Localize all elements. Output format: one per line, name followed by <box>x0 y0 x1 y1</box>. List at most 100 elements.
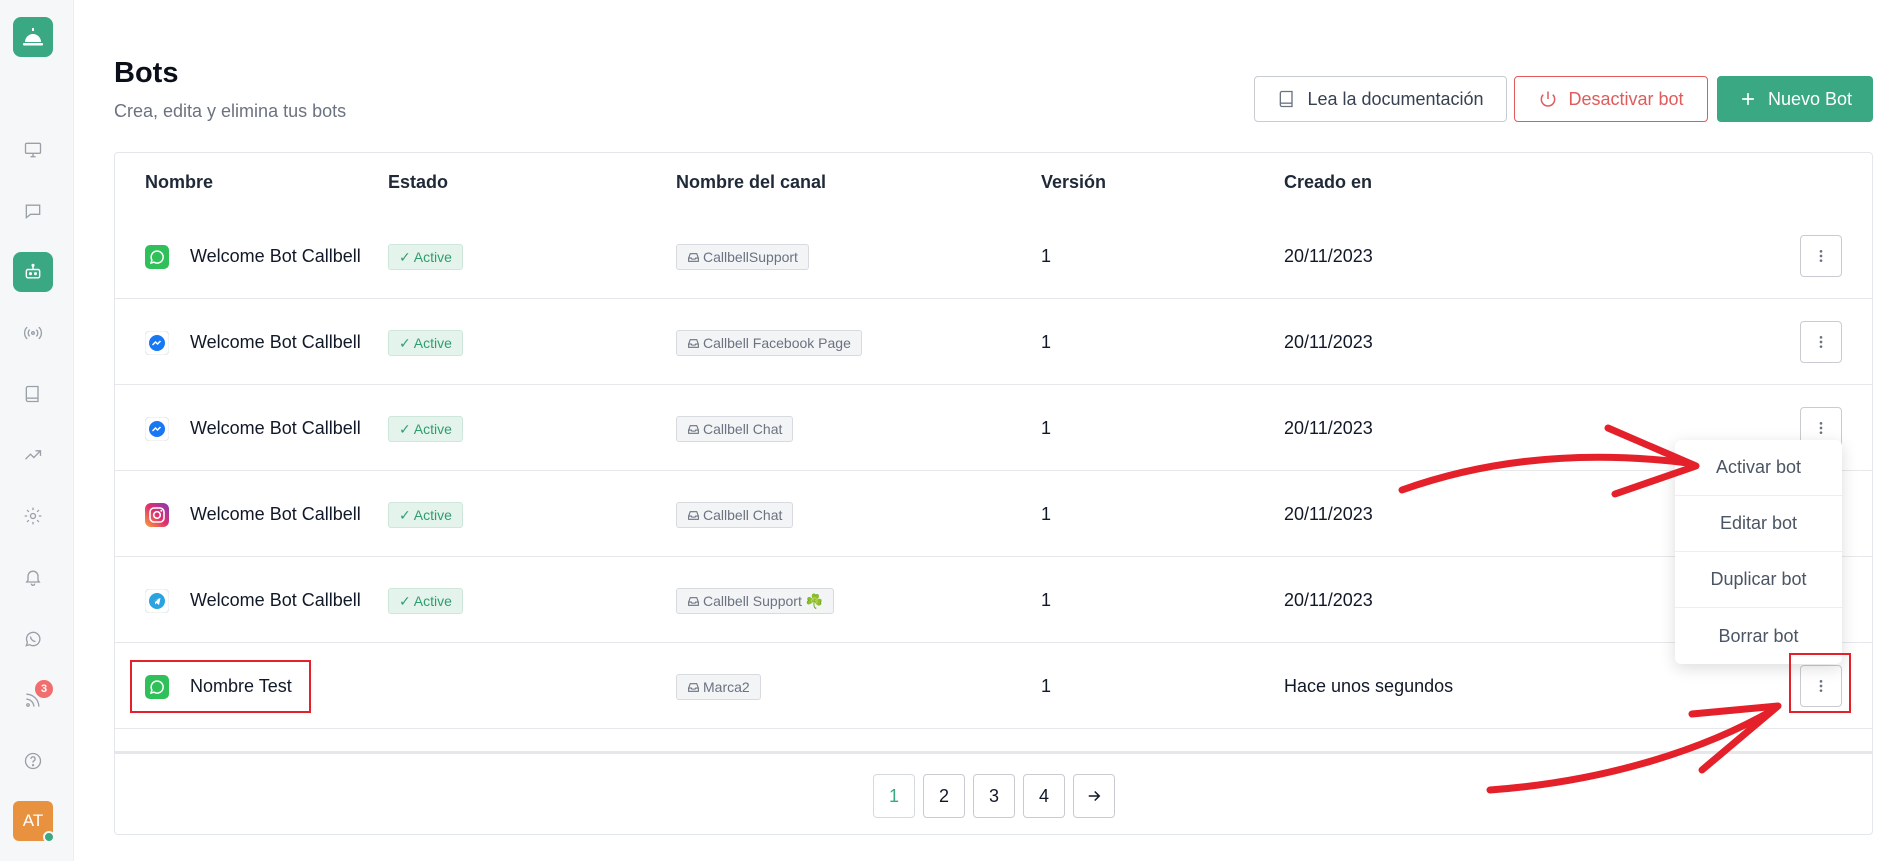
instagram-icon <box>145 503 169 527</box>
menu-item-activate-bot[interactable]: Activar bot <box>1675 440 1842 496</box>
status-label: Active <box>413 593 452 609</box>
book-icon <box>25 385 39 403</box>
read-docs-button[interactable]: Lea la documentación <box>1254 76 1507 122</box>
channel-badge: Callbell Facebook Page <box>676 330 862 356</box>
channel-name: Marca2 <box>703 679 750 695</box>
table-row[interactable]: Welcome Bot Callbell ✓ Active Callbell Su… <box>115 557 1872 643</box>
status-badge: ✓ Active <box>388 330 463 356</box>
broadcast-icon <box>23 326 43 340</box>
messenger-icon <box>145 331 169 355</box>
page-4-button[interactable]: 4 <box>1023 774 1065 818</box>
gear-icon <box>24 507 42 525</box>
deactivate-bot-label: Desactivar bot <box>1568 88 1684 109</box>
menu-item-duplicate-bot[interactable]: Duplicar bot <box>1675 552 1842 608</box>
channel-badge: Callbell Chat <box>676 416 794 442</box>
channel-badge: Marca2 <box>676 674 761 700</box>
inbox-icon <box>688 510 699 520</box>
horizontal-scrollbar[interactable] <box>115 751 1872 754</box>
table-row[interactable]: Welcome Bot Callbell ✓ Active CallbellSup… <box>115 213 1872 299</box>
page-1-button[interactable]: 1 <box>873 774 915 818</box>
table-row[interactable]: Welcome Bot Callbell ✓ Active Callbell Ch… <box>115 385 1872 471</box>
row-actions-button[interactable] <box>1800 235 1842 277</box>
channel-badge: Callbell Support ☘️ <box>676 588 835 614</box>
plus-icon <box>1742 93 1754 105</box>
deactivate-bot-button[interactable]: Desactivar bot <box>1514 76 1708 122</box>
status-label: Active <box>413 249 452 265</box>
status-badge: ✓ Active <box>388 416 463 442</box>
bot-name[interactable]: Welcome Bot Callbell <box>190 504 360 525</box>
bot-name[interactable]: Welcome Bot Callbell <box>190 590 360 611</box>
menu-item-edit-bot[interactable]: Editar bot <box>1675 496 1842 552</box>
table-row[interactable]: Nombre Test Marca2 1 Hace unos segundos <box>115 643 1872 729</box>
created-date: 20/11/2023 <box>1284 590 1373 610</box>
sidebar-item-feed[interactable]: 3 <box>13 680 53 720</box>
status-badge: ✓ Active <box>388 244 463 270</box>
page-subtitle: Crea, edita y elimina tus bots <box>114 101 347 121</box>
table-row[interactable]: Welcome Bot Callbell ✓ Active Callbell Fa… <box>115 299 1872 385</box>
column-header-status[interactable]: Estado <box>388 172 448 193</box>
channel-name: Callbell Facebook Page <box>703 335 851 351</box>
bot-version: 1 <box>1041 676 1052 696</box>
channel-name: Callbell Chat <box>703 421 783 437</box>
highlight-box-bot-name <box>130 660 311 713</box>
bot-name[interactable]: Welcome Bot Callbell <box>190 246 360 267</box>
notification-badge: 3 <box>35 680 53 698</box>
channel-name: Callbell Chat <box>703 507 783 523</box>
sidebar-item-bots[interactable] <box>13 252 53 292</box>
sidebar-item-dashboard[interactable] <box>13 130 53 170</box>
bot-name[interactable]: Welcome Bot Callbell <box>190 332 360 353</box>
next-page-button[interactable] <box>1073 774 1115 818</box>
avatar[interactable]: AT <box>13 801 55 843</box>
new-bot-button[interactable]: Nuevo Bot <box>1717 76 1873 122</box>
inbox-icon <box>688 682 699 692</box>
sidebar-item-help[interactable] <box>13 741 53 781</box>
sidebar-item-broadcast[interactable] <box>13 313 53 353</box>
column-header-name[interactable]: Nombre <box>145 172 213 193</box>
sidebar-item-notifications[interactable] <box>13 557 53 597</box>
created-date: Hace unos segundos <box>1284 676 1454 696</box>
column-header-channel[interactable]: Nombre del canal <box>676 172 826 193</box>
book-icon <box>1280 90 1294 108</box>
created-date: 20/11/2023 <box>1284 418 1373 438</box>
sidebar-item-docs[interactable] <box>13 374 53 414</box>
bot-icon <box>25 263 41 279</box>
bot-version: 1 <box>1041 590 1052 610</box>
highlight-box-actions <box>1789 653 1851 713</box>
help-circle-icon <box>24 752 42 770</box>
channel-name: CallbellSupport <box>703 249 798 265</box>
column-header-version[interactable]: Versión <box>1041 172 1106 193</box>
check-icon: ✓ <box>399 506 411 523</box>
status-label: Active <box>413 335 452 351</box>
page-3-button[interactable]: 3 <box>973 774 1015 818</box>
sidebar-item-whatsapp[interactable] <box>13 619 53 659</box>
sidebar-item-reports[interactable] <box>13 435 53 475</box>
sidebar-item-settings[interactable] <box>13 496 53 536</box>
bot-actions-menu: Activar bot Editar bot Duplicar bot Borr… <box>1675 440 1842 664</box>
telegram-icon <box>145 589 169 613</box>
service-bell-icon <box>23 28 43 46</box>
status-badge: ✓ Active <box>388 588 463 614</box>
logo[interactable] <box>13 17 53 57</box>
status-badge: ✓ Active <box>388 502 463 528</box>
bot-version: 1 <box>1041 246 1052 266</box>
avatar-initials: AT <box>22 811 44 830</box>
messenger-icon <box>145 417 169 441</box>
channel-name: Callbell Support ☘️ <box>703 592 824 609</box>
sidebar: 3 AT <box>0 0 74 861</box>
page-2-button[interactable]: 2 <box>923 774 965 818</box>
read-docs-label: Lea la documentación <box>1307 88 1484 109</box>
online-status-dot <box>43 831 55 843</box>
column-header-created[interactable]: Creado en <box>1284 172 1372 193</box>
table-row[interactable]: Welcome Bot Callbell ✓ Active Callbell Ch… <box>115 471 1872 557</box>
new-bot-label: Nuevo Bot <box>1767 88 1853 109</box>
row-actions-button[interactable] <box>1800 321 1842 363</box>
check-icon: ✓ <box>399 334 411 351</box>
created-date: 20/11/2023 <box>1284 332 1373 352</box>
bot-name[interactable]: Welcome Bot Callbell <box>190 418 360 439</box>
bot-version: 1 <box>1041 332 1052 352</box>
channel-badge: CallbellSupport <box>676 244 809 270</box>
status-label: Active <box>413 421 452 437</box>
whatsapp-icon <box>145 245 169 269</box>
sidebar-item-conversations[interactable] <box>13 191 53 231</box>
bot-version: 1 <box>1041 504 1052 524</box>
